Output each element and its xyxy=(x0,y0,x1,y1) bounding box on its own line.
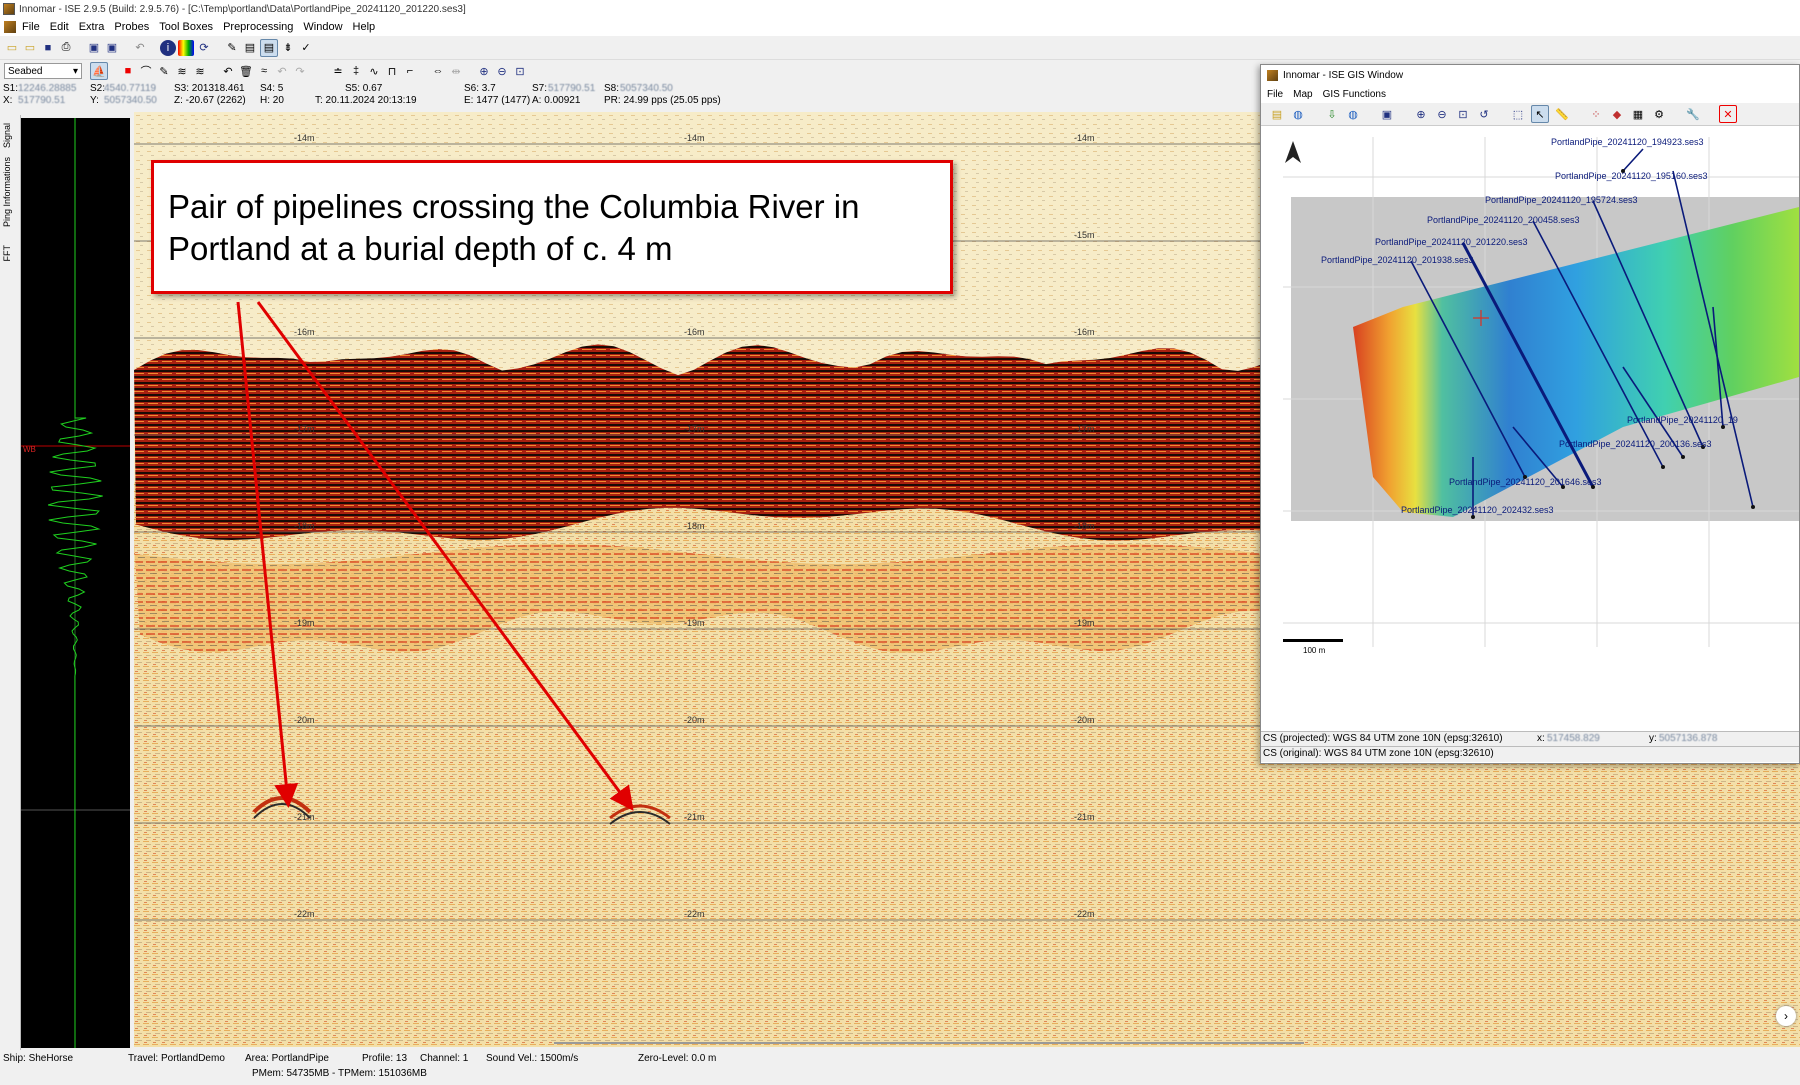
arrow-pipeline-1 xyxy=(236,301,299,808)
gis-menu-bar: File Map GIS Functions xyxy=(1261,85,1799,103)
track-end-point xyxy=(1471,515,1475,519)
globe-refresh-icon[interactable]: ◍ xyxy=(1345,106,1361,122)
add-layer-icon[interactable]: ▤ xyxy=(1269,106,1285,122)
gis-window[interactable]: Innomar - ISE GIS Window File Map GIS Fu… xyxy=(1260,64,1800,764)
scroll-right-button[interactable]: › xyxy=(1776,1006,1796,1026)
gis-zoom-out-icon[interactable]: ⊖ xyxy=(1434,106,1450,122)
gis-status-projected: CS (projected): WGS 84 UTM zone 10N (eps… xyxy=(1261,731,1799,747)
gis-x-label: x: xyxy=(1537,733,1545,744)
cs-original: CS (original): WGS 84 UTM zone 10N (epsg… xyxy=(1263,748,1494,759)
gis-toolbar: ▤ ◍ ⇩ ◍ ▣ ⊕ ⊖ ⊡ ↺ ⬚ ↖ 📏 ⁘ ◆ ▦ ⚙ 🔧 ✕ xyxy=(1261,103,1799,126)
gis-menu-map[interactable]: Map xyxy=(1293,89,1312,100)
gis-map-canvas: PortlandPipe_20241120_194923.ses3 Portlan… xyxy=(1263,127,1799,731)
track-label[interactable]: PortlandPipe_20241120_200458.ses3 xyxy=(1427,215,1579,225)
gis-title-bar: Innomar - ISE GIS Window xyxy=(1261,65,1799,85)
gis-y-value: 5057136.878 xyxy=(1659,733,1718,744)
track-label[interactable]: PortlandPipe_20241120_201938.ses3 xyxy=(1321,255,1473,265)
export-map-icon[interactable]: ▣ xyxy=(1379,106,1395,122)
track-end-point xyxy=(1681,455,1685,459)
track-end-point xyxy=(1751,505,1755,509)
status-area: Area: PortlandPipe xyxy=(245,1053,329,1064)
wrench-icon[interactable]: 🔧 xyxy=(1685,106,1701,122)
gis-title: Innomar - ISE GIS Window xyxy=(1283,69,1404,81)
status-channel: Channel: 1 xyxy=(420,1053,469,1064)
track-label[interactable]: PortlandPipe_20241120_195724.ses3 xyxy=(1485,195,1637,205)
gis-app-icon xyxy=(1267,69,1278,81)
gis-map[interactable]: PortlandPipe_20241120_194923.ses3 Portlan… xyxy=(1263,127,1799,731)
status-memory: PMem: 54735MB - TPMem: 151036MB xyxy=(252,1068,427,1079)
gis-zoom-extent-icon[interactable]: ⊡ xyxy=(1455,106,1471,122)
track-label[interactable]: PortlandPipe_20241120_201646.ses3 xyxy=(1449,477,1601,487)
arrow-pipeline-2 xyxy=(256,301,634,811)
close-map-icon[interactable]: ✕ xyxy=(1719,105,1737,123)
track-label[interactable]: PortlandPipe_20241120_195160.ses3 xyxy=(1555,171,1707,181)
status-travel: Travel: PortlandDemo xyxy=(128,1053,225,1064)
measure-ruler-icon[interactable]: 📏 xyxy=(1554,106,1570,122)
gis-x-value: 517458.829 xyxy=(1547,733,1600,744)
track-label[interactable]: PortlandPipe_20241120_19 xyxy=(1627,415,1738,425)
cs-projected: CS (projected): WGS 84 UTM zone 10N (eps… xyxy=(1263,733,1503,744)
track-label[interactable]: PortlandPipe_20241120_201220.ses3 xyxy=(1375,237,1527,247)
gis-y-label: y: xyxy=(1649,733,1657,744)
track-label[interactable]: PortlandPipe_20241120_202432.ses3 xyxy=(1401,505,1553,515)
status-zero-level: Zero-Level: 0.0 m xyxy=(638,1053,717,1064)
settings-icon[interactable]: ⚙ xyxy=(1651,106,1667,122)
track-end-point xyxy=(1721,425,1725,429)
gis-zoom-previous-icon[interactable]: ↺ xyxy=(1476,106,1492,122)
gis-status-original: CS (original): WGS 84 UTM zone 10N (epsg… xyxy=(1261,746,1799,762)
track-label[interactable]: PortlandPipe_20241120_194923.ses3 xyxy=(1551,137,1703,147)
status-bar: Ship: SheHorse Travel: PortlandDemo Area… xyxy=(0,1050,1800,1085)
status-ship: Ship: SheHorse xyxy=(3,1053,74,1064)
pointer-icon[interactable]: ↖ xyxy=(1531,105,1549,123)
select-area-icon[interactable]: ⬚ xyxy=(1510,106,1526,122)
status-profile: Profile: 13 xyxy=(362,1053,408,1064)
eraser-icon[interactable]: ◆ xyxy=(1609,106,1625,122)
import-track-icon[interactable]: ⇩ xyxy=(1324,106,1340,122)
track-end-point xyxy=(1661,465,1665,469)
globe-icon[interactable]: ◍ xyxy=(1290,106,1306,122)
points-icon[interactable]: ⁘ xyxy=(1588,106,1604,122)
gis-menu-gis-functions[interactable]: GIS Functions xyxy=(1323,89,1386,100)
gis-menu-file[interactable]: File xyxy=(1267,89,1283,100)
chevron-right-icon: › xyxy=(1784,1009,1788,1023)
gis-zoom-in-icon[interactable]: ⊕ xyxy=(1413,106,1429,122)
status-sound-velocity: Sound Vel.: 1500m/s xyxy=(486,1053,579,1064)
grid-icon[interactable]: ▦ xyxy=(1630,106,1646,122)
scale-label: 100 m xyxy=(1303,646,1326,655)
track-label[interactable]: PortlandPipe_20241120_200136.ses3 xyxy=(1559,439,1711,449)
